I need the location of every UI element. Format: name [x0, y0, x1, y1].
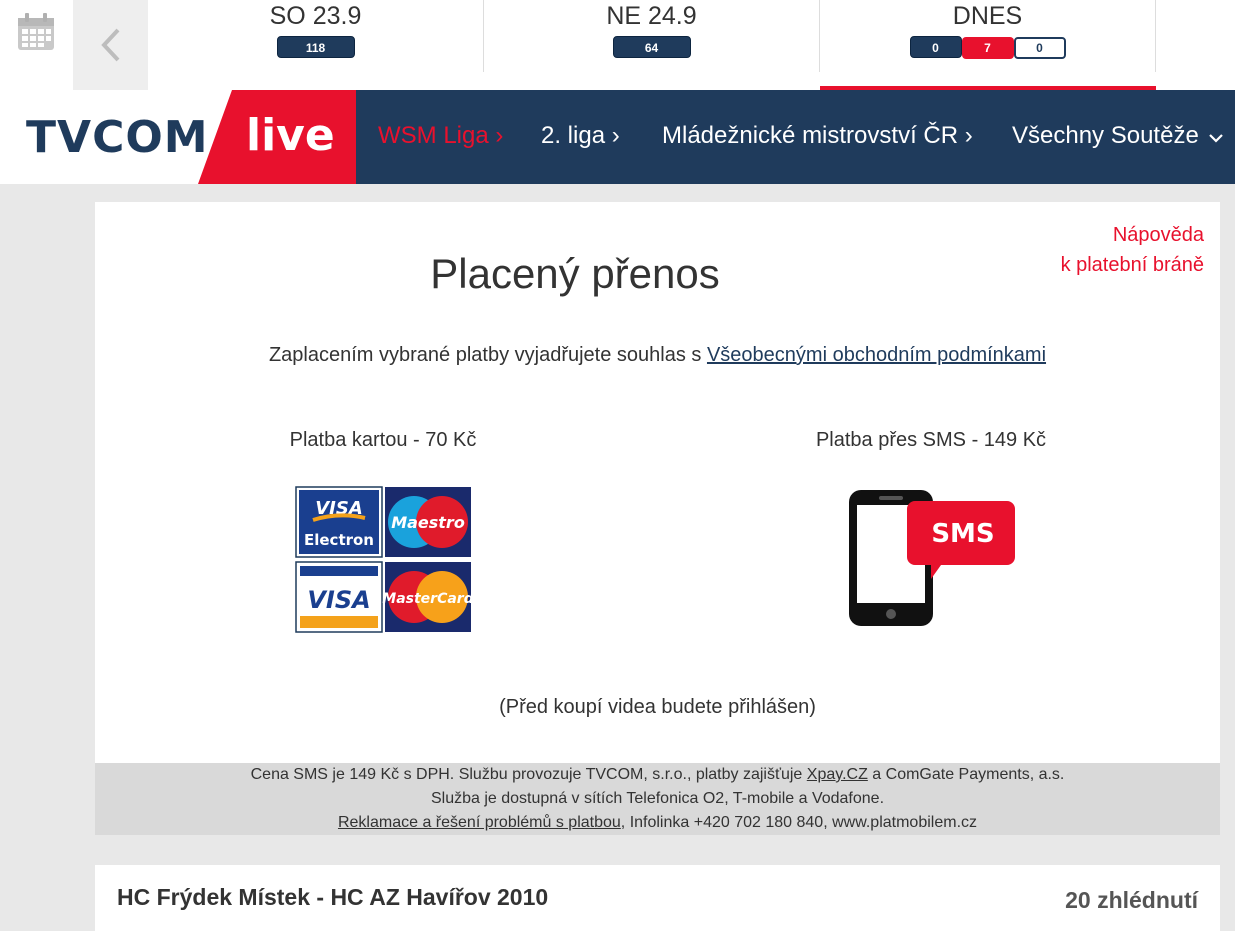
finished-count-badge: 0: [909, 36, 962, 58]
login-note: (Před koupí videa budete přihlášen): [499, 696, 816, 718]
day-tab-sunday[interactable]: NE 24.9 64: [484, 0, 820, 72]
terms-link[interactable]: Všeobecnými obchodním podmínkami: [707, 344, 1046, 366]
footer-text: Cena SMS je 149 Kč s DPH. Službu provozu…: [250, 766, 807, 783]
live-logo[interactable]: live: [246, 110, 335, 161]
footer-line-1: Cena SMS je 149 Kč s DPH. Službu provozu…: [95, 763, 1220, 787]
nav-all-competitions[interactable]: Všechny Soutěže: [1012, 122, 1224, 150]
complaints-link[interactable]: Reklamace a řešení problémů s platbou: [338, 814, 621, 831]
payment-panel: Nápověda k platební bráně Placený přenos…: [95, 202, 1220, 835]
footer-line-2: Služba je dostupná v sítích Telefonica O…: [430, 790, 885, 807]
chevron-left-icon: [100, 28, 119, 62]
sms-payment-title[interactable]: Platba přes SMS - 149 Kč: [751, 429, 1111, 452]
nav-mladeznicke-mistrovstvi[interactable]: Mládežnické mistrovství ČR ›: [662, 122, 973, 150]
svg-text:VISA: VISA: [307, 586, 370, 614]
footer-text: , Infolinka +420 702 180 840, www.platmo…: [620, 814, 978, 831]
day-label: SO 23.9: [269, 2, 362, 30]
site-header: TVCOM live WSM Liga › 2. liga › Mládežni…: [0, 90, 1235, 184]
help-line-1: Nápověda: [1112, 224, 1204, 246]
view-count: 20 zhlédnutí: [1065, 887, 1198, 913]
event-count-badge: 118: [276, 36, 355, 58]
help-line-2: k platební bráně: [1060, 254, 1204, 276]
visa-icon: VISA: [295, 561, 383, 633]
sms-payment-button[interactable]: SMS: [845, 487, 1017, 629]
card-payment-title[interactable]: Platba kartou - 70 Kč: [203, 429, 563, 452]
sms-badge-text: SMS: [931, 519, 994, 549]
main-nav: WSM Liga › 2. liga › Mládežnické mistrov…: [356, 90, 1235, 184]
consent-text: Zaplacením vybrané platby vyjadřujete so…: [95, 344, 1220, 367]
svg-text:MasterCard: MasterCard: [382, 591, 472, 607]
svg-text:Electron: Electron: [304, 531, 374, 549]
consent-label: Zaplacením vybrané platby vyjadřujete so…: [268, 344, 707, 366]
card-payment-button[interactable]: VISA Electron Maestro VISA MasterCard: [295, 486, 472, 634]
maestro-icon: Maestro: [385, 487, 471, 557]
svg-text:Maestro: Maestro: [391, 513, 465, 532]
previous-days-button[interactable]: [73, 0, 148, 90]
match-card[interactable]: HC Frýdek Místek - HC AZ Havířov 2010 20…: [95, 865, 1220, 931]
xpay-link[interactable]: Xpay.CZ: [807, 766, 868, 783]
calendar-icon[interactable]: [16, 12, 56, 52]
nav-2-liga[interactable]: 2. liga ›: [541, 122, 620, 150]
live-count-badge: 7: [961, 37, 1014, 59]
chevron-down-icon: [1209, 134, 1224, 143]
page-title: Placený přenos: [430, 250, 720, 297]
payment-footer: Cena SMS je 149 Kč s DPH. Službu provozu…: [95, 763, 1220, 835]
date-strip: SO 23.9 118 NE 24.9 64 DNES 0 7 0: [0, 0, 1235, 90]
upcoming-count-badge: 0: [1013, 37, 1066, 59]
site-logo[interactable]: TVCOM: [26, 112, 209, 163]
nav-all-competitions-label: Všechny Soutěže: [1012, 122, 1199, 149]
day-label: NE 24.9: [606, 2, 697, 30]
day-label: DNES: [952, 2, 1023, 30]
footer-text: a ComGate Payments, a.s.: [867, 766, 1065, 783]
day-tab-saturday[interactable]: SO 23.9 118: [148, 0, 484, 72]
match-title[interactable]: HC Frýdek Místek - HC AZ Havířov 2010: [117, 884, 548, 911]
visa-electron-icon: VISA Electron: [295, 486, 383, 558]
nav-wsm-liga[interactable]: WSM Liga ›: [378, 122, 503, 150]
payment-help-link[interactable]: Nápověda k platební bráně: [1061, 220, 1204, 280]
event-count-badge: 64: [612, 36, 691, 58]
mastercard-icon: MasterCard: [382, 562, 472, 632]
day-tab-today[interactable]: DNES 0 7 0: [820, 0, 1156, 72]
footer-line-3: Reklamace a řešení problémů s platbou, I…: [95, 811, 1220, 835]
